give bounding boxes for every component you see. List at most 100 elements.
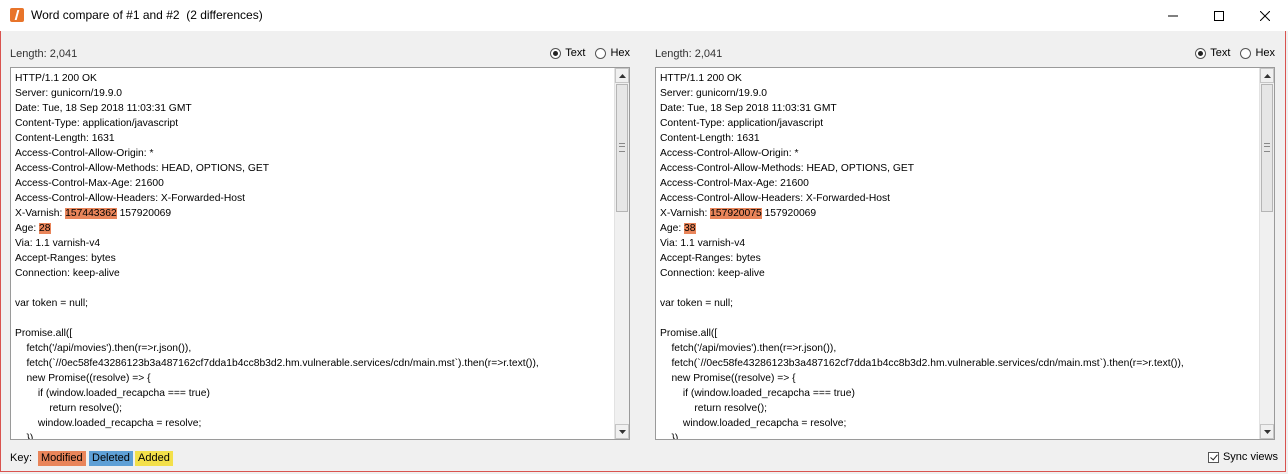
text-segment: window.loaded_recapcha = resolve; xyxy=(660,418,847,429)
text-segment: Access-Control-Allow-Headers: X-Forwarde… xyxy=(660,193,891,204)
text-line: fetch(`//0ec58fe43286123b3a487162cf7dda1… xyxy=(15,356,611,371)
text-segment: Content-Length: 1631 xyxy=(660,133,760,144)
text-line xyxy=(660,281,1256,296)
text-segment: Access-Control-Allow-Headers: X-Forwarde… xyxy=(15,193,246,204)
text-segment: Access-Control-Allow-Methods: HEAD, OPTI… xyxy=(15,163,270,174)
response-text[interactable]: HTTP/1.1 200 OK Server: gunicorn/19.9.0 Da… xyxy=(15,71,611,439)
sync-views-label: Sync views xyxy=(1222,451,1278,463)
text-line: Via: 1.1 varnish-v4 xyxy=(660,236,1256,251)
response-text[interactable]: HTTP/1.1 200 OK Server: gunicorn/19.9.0 Da… xyxy=(660,71,1256,439)
vertical-scrollbar[interactable] xyxy=(614,68,629,439)
text-line: Access-Control-Allow-Headers: X-Forwarde… xyxy=(660,191,1256,206)
sync-views-toggle[interactable]: Sync views xyxy=(1207,451,1278,463)
scroll-up-button[interactable] xyxy=(1260,68,1274,83)
vertical-scrollbar[interactable] xyxy=(1259,68,1274,439)
text-segment: Connection: keep-alive xyxy=(660,268,765,279)
scroll-up-button[interactable] xyxy=(615,68,629,83)
text-segment: var token = null; xyxy=(660,298,733,309)
hex-radio[interactable]: Hex xyxy=(1240,47,1275,59)
title-bar: Word compare of #1 and #2 (2 differences… xyxy=(0,0,1288,31)
text-segment: Server: gunicorn/19.9.0 xyxy=(15,88,123,99)
text-line: Promise.all([ xyxy=(15,326,611,341)
key-label: Key: xyxy=(10,452,33,464)
text-line: Content-Type: application/javascript xyxy=(15,116,611,131)
text-line: var token = null; xyxy=(660,296,1256,311)
close-icon xyxy=(1260,10,1270,21)
response-text-area[interactable]: HTTP/1.1 200 OK Server: gunicorn/19.9.0 Da… xyxy=(655,67,1275,440)
response-text-area[interactable]: HTTP/1.1 200 OK Server: gunicorn/19.9.0 Da… xyxy=(10,67,630,440)
minimize-button[interactable] xyxy=(1150,0,1196,31)
key-added: Added xyxy=(135,451,173,466)
text-line: if (window.loaded_recapcha === true) xyxy=(660,386,1256,401)
grip-icon xyxy=(1264,143,1270,152)
window-title: Word compare of #1 and #2 (2 differences… xyxy=(31,8,263,22)
close-button[interactable] xyxy=(1242,0,1288,31)
text-line: Server: gunicorn/19.9.0 xyxy=(660,86,1256,101)
text-line: Access-Control-Max-Age: 21600 xyxy=(660,176,1256,191)
radio-circle[interactable] xyxy=(1240,47,1252,59)
text-line: new Promise((resolve) => { xyxy=(15,371,611,386)
text-line: var token = null; xyxy=(15,296,611,311)
text-line: Content-Type: application/javascript xyxy=(660,116,1256,131)
text-segment: var token = null; xyxy=(15,298,88,309)
right-pane: Length: 2,041 Text Hex HTTP/1.1 200 OK Se… xyxy=(655,40,1275,440)
text-line: Age: 28 xyxy=(15,221,611,236)
text-line: Promise.all([ xyxy=(660,326,1256,341)
minimize-icon xyxy=(1168,15,1178,16)
text-segment: Access-Control-Allow-Methods: HEAD, OPTI… xyxy=(660,163,915,174)
text-radio[interactable]: Text xyxy=(1195,47,1230,59)
length-label: Length: 2,041 xyxy=(655,48,723,60)
text-line: return resolve(); xyxy=(660,401,1256,416)
text-line: Server: gunicorn/19.9.0 xyxy=(15,86,611,101)
text-line: fetch(`//0ec58fe43286123b3a487162cf7dda1… xyxy=(660,356,1256,371)
text-segment: Accept-Ranges: bytes xyxy=(15,253,116,264)
text-segment: Server: gunicorn/19.9.0 xyxy=(660,88,768,99)
text-segment: 157920069 xyxy=(116,208,172,219)
text-segment: Age: xyxy=(660,223,685,234)
text-segment: Access-Control-Max-Age: 21600 xyxy=(15,178,164,189)
text-line: return resolve(); xyxy=(15,401,611,416)
text-radio[interactable]: Text xyxy=(550,47,585,59)
text-line: window.loaded_recapcha = resolve; xyxy=(15,416,611,431)
text-segment: return resolve(); xyxy=(15,403,123,414)
scroll-thumb[interactable] xyxy=(1261,84,1273,212)
maximize-icon xyxy=(1214,10,1224,21)
radio-circle-checked[interactable] xyxy=(550,47,562,59)
text-segment: HTTP/1.1 200 OK xyxy=(15,73,97,84)
text-line: Content-Length: 1631 xyxy=(15,131,611,146)
hex-radio[interactable]: Hex xyxy=(595,47,630,59)
sync-views-checkbox[interactable] xyxy=(1207,451,1219,463)
text-line: }), xyxy=(660,431,1256,439)
radio-circle[interactable] xyxy=(595,47,607,59)
text-radio-label: Text xyxy=(1210,47,1231,59)
text-segment: fetch('/api/movies').then(r=>r.json()), xyxy=(15,343,192,354)
maximize-button[interactable] xyxy=(1196,0,1242,31)
text-line: fetch('/api/movies').then(r=>r.json()), xyxy=(660,341,1256,356)
text-line: Date: Tue, 18 Sep 2018 11:03:31 GMT xyxy=(15,101,611,116)
scroll-down-button[interactable] xyxy=(1260,424,1274,439)
text-segment: Promise.all([ xyxy=(15,328,73,339)
text-line: Access-Control-Allow-Origin: * xyxy=(660,146,1256,161)
text-line: Age: 38 xyxy=(660,221,1256,236)
text-segment: Content-Type: application/javascript xyxy=(660,118,824,129)
text-line: Access-Control-Allow-Headers: X-Forwarde… xyxy=(15,191,611,206)
arrow-down-icon xyxy=(618,429,626,434)
text-segment: Content-Length: 1631 xyxy=(15,133,115,144)
burp-icon xyxy=(10,8,24,22)
text-line: Access-Control-Allow-Methods: HEAD, OPTI… xyxy=(660,161,1256,176)
modified-highlight: 157443362 xyxy=(65,208,117,219)
scroll-down-button[interactable] xyxy=(615,424,629,439)
text-line: new Promise((resolve) => { xyxy=(660,371,1256,386)
radio-circle-checked[interactable] xyxy=(1195,47,1207,59)
text-line: Via: 1.1 varnish-v4 xyxy=(15,236,611,251)
text-segment: Promise.all([ xyxy=(660,328,718,339)
text-line: HTTP/1.1 200 OK xyxy=(660,71,1256,86)
modified-highlight: 28 xyxy=(39,223,51,234)
text-line: if (window.loaded_recapcha === true) xyxy=(15,386,611,401)
text-segment: Date: Tue, 18 Sep 2018 11:03:31 GMT xyxy=(15,103,192,114)
scroll-thumb[interactable] xyxy=(616,84,628,212)
arrow-up-icon xyxy=(1263,73,1271,78)
text-segment: Connection: keep-alive xyxy=(15,268,120,279)
text-line: Connection: keep-alive xyxy=(15,266,611,281)
text-line: Access-Control-Allow-Origin: * xyxy=(15,146,611,161)
